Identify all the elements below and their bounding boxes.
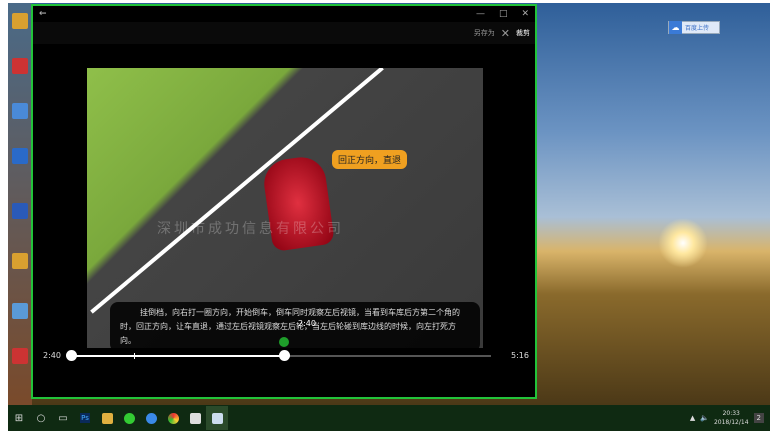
- app-icon[interactable]: [12, 303, 28, 319]
- file-explorer-icon[interactable]: [96, 406, 118, 430]
- playhead-marker[interactable]: [278, 337, 289, 347]
- app-icon[interactable]: [12, 103, 28, 119]
- app-icon[interactable]: [12, 148, 28, 164]
- current-time: 2:40: [43, 351, 61, 360]
- end-time: 5:16: [511, 351, 529, 360]
- date: 2018/12/14: [713, 419, 749, 426]
- search-button[interactable]: ○: [30, 406, 52, 430]
- trim-tick: [134, 353, 135, 359]
- network-icon[interactable]: ▲: [690, 414, 695, 422]
- clock[interactable]: 20:33 2018/12/14: [714, 409, 749, 427]
- cloud-icon: ☁: [669, 21, 682, 34]
- system-tray: ▲ 🔈 20:33 2018/12/14 2: [690, 409, 770, 427]
- chrome-icon[interactable]: [162, 406, 184, 430]
- time: 20:33: [722, 410, 740, 417]
- app-icon[interactable]: [12, 58, 28, 74]
- start-button[interactable]: ⊞: [8, 406, 30, 430]
- trim-end-handle[interactable]: [278, 350, 290, 361]
- player-controls: 2:40 5:16: [33, 337, 535, 369]
- cloud-upload-badge[interactable]: ☁ 百度上传: [668, 21, 720, 34]
- close-button[interactable]: ✕: [521, 9, 529, 19]
- cancel-button[interactable]: 裁剪: [516, 28, 530, 38]
- notification-button[interactable]: 2: [753, 413, 764, 423]
- road-line: [90, 68, 384, 314]
- watermark: 深圳市成功信息有限公司: [157, 221, 344, 237]
- sun: [658, 218, 708, 268]
- app-icon[interactable]: [184, 406, 206, 430]
- cloud-badge-label: 百度上传: [685, 25, 710, 32]
- folder-icon[interactable]: [12, 253, 28, 269]
- callout: 回正方向，直退: [332, 150, 408, 169]
- photos-window: ← — □ ✕ 另存为 ✕ 裁剪 回正方向，直退 深圳市成功信息有限公司 挂倒档…: [31, 4, 537, 399]
- app-icon[interactable]: [12, 348, 28, 364]
- seek-tooltip: 2:40: [298, 319, 316, 328]
- cancel-icon[interactable]: ✕: [501, 27, 510, 40]
- folder-icon[interactable]: [12, 13, 28, 29]
- seek-bar[interactable]: [66, 337, 491, 361]
- photoshop-icon[interactable]: Ps: [74, 406, 96, 430]
- app-icon[interactable]: [12, 203, 28, 219]
- wechat-icon[interactable]: [118, 406, 140, 430]
- trim-start-handle[interactable]: [66, 350, 77, 361]
- browser-icon[interactable]: [140, 406, 162, 430]
- toolbar: 另存为 ✕ 裁剪: [33, 22, 535, 44]
- task-view-button[interactable]: ▭: [52, 406, 74, 430]
- minimize-button[interactable]: —: [476, 9, 485, 19]
- volume-icon[interactable]: 🔈: [700, 414, 709, 422]
- desktop-icons: [8, 3, 32, 408]
- seek-fill: [71, 355, 284, 357]
- title-bar: ← — □ ✕: [33, 6, 535, 22]
- save-as-button[interactable]: 另存为: [474, 28, 495, 38]
- maximize-button[interactable]: □: [499, 9, 508, 19]
- back-button[interactable]: ←: [39, 9, 47, 19]
- taskbar: ⊞ ○ ▭ Ps ▲ 🔈 20:33 2018/12/14 2: [8, 405, 770, 431]
- photos-icon[interactable]: [206, 406, 228, 430]
- ps-label: Ps: [80, 413, 90, 423]
